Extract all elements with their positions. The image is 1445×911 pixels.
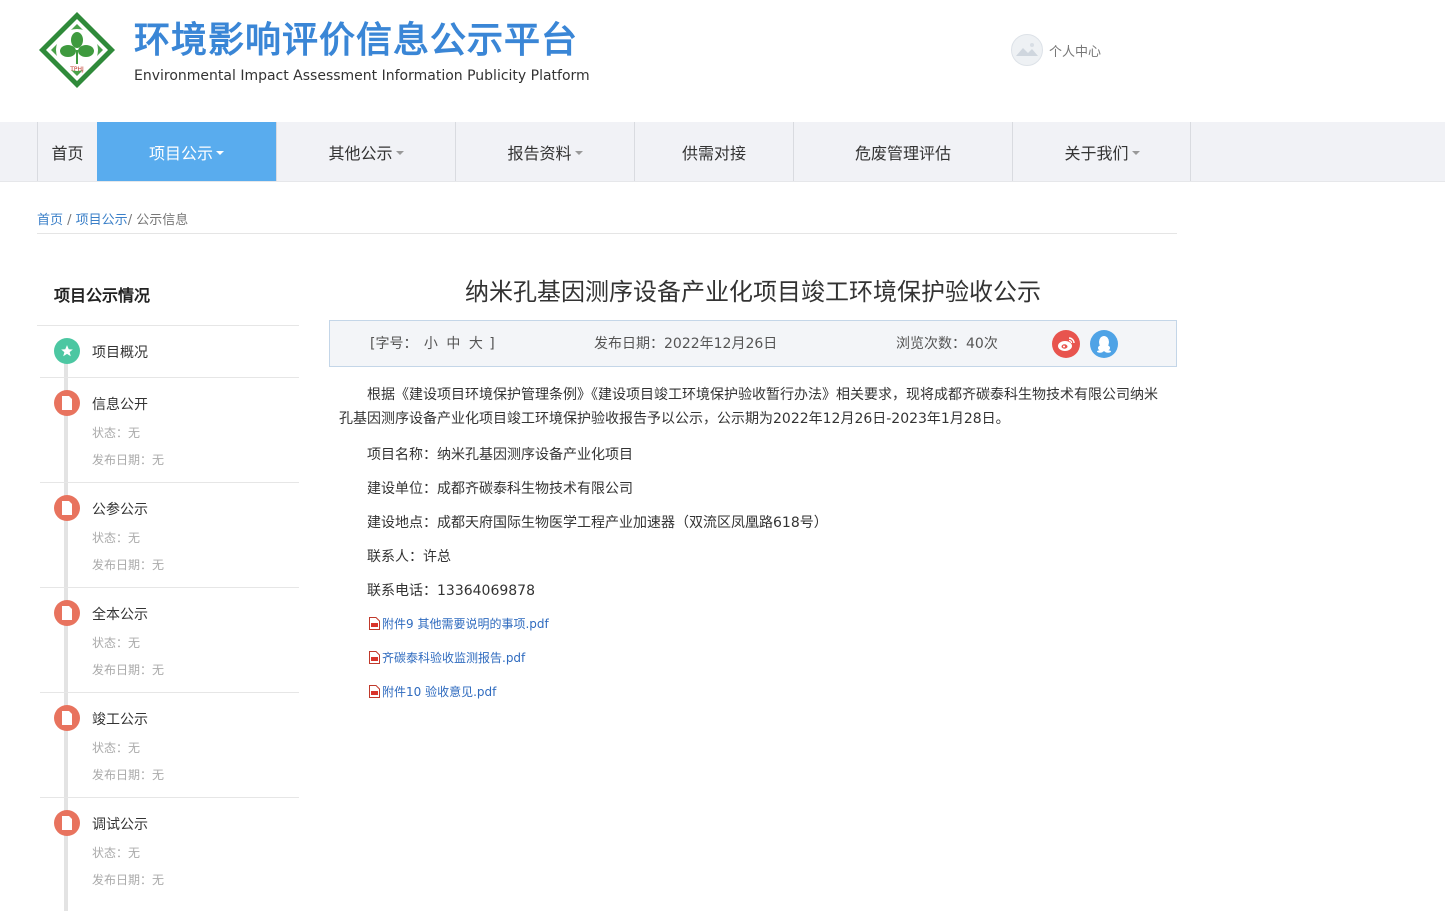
- sidebar-item-date: 发布日期：无: [92, 768, 165, 782]
- nav-item-label: 危废管理评估: [854, 143, 951, 163]
- sidebar-item-overview[interactable]: 项目概况: [40, 326, 299, 378]
- contact-phone-field: 联系电话：13364069878: [367, 583, 535, 599]
- font-size-small-button[interactable]: 小: [424, 336, 438, 352]
- pdf-icon: [369, 685, 380, 698]
- sidebar-item-label[interactable]: 全本公示: [92, 604, 148, 624]
- main-nav: 首页 项目公示 其他公示 报告资料 供需对接 危废管理评估 关于我们: [0, 122, 1445, 182]
- attachment-link[interactable]: 附件9 其他需要说明的事项.pdf: [369, 615, 549, 632]
- nav-item-home[interactable]: 首页: [37, 122, 97, 181]
- sidebar-item-label[interactable]: 信息公开: [92, 394, 148, 414]
- sidebar-item-date: 发布日期：无: [92, 558, 165, 572]
- nav-item-label: 首页: [51, 143, 84, 163]
- caret-down-icon: [1131, 150, 1140, 155]
- sidebar-item-label[interactable]: 项目概况: [92, 342, 148, 362]
- sidebar-title: 项目公示情况: [54, 286, 151, 305]
- nav-divider: [1190, 122, 1191, 181]
- breadcrumb-separator: /: [63, 213, 76, 228]
- publish-date: 发布日期：2022年12月26日: [594, 336, 778, 352]
- document-icon[interactable]: [54, 390, 80, 416]
- sidebar-item-status: 状态：无: [92, 636, 141, 650]
- breadcrumb-section[interactable]: 项目公示: [76, 213, 128, 228]
- avatar-placeholder-icon: [1016, 43, 1038, 56]
- sidebar-item-date: 发布日期：无: [92, 873, 165, 887]
- attachment-link[interactable]: 附件10 验收意见.pdf: [369, 683, 496, 700]
- intro-paragraph: 根据《建设项目环境保护管理条例》《建设项目竣工环境保护验收暂行办法》相关要求，现…: [339, 387, 1158, 427]
- sidebar-item-date: 发布日期：无: [92, 663, 165, 677]
- construction-unit-field: 建设单位：成都齐碳泰科生物技术有限公司: [367, 481, 633, 497]
- font-size-controls: [字号： 小 中 大 ]: [370, 333, 495, 353]
- caret-down-icon: [216, 150, 224, 155]
- sidebar-item-label[interactable]: 调试公示: [92, 814, 148, 834]
- sidebar-item-completion[interactable]: 竣工公示 状态：无 发布日期：无: [40, 693, 299, 798]
- site-title: 环境影响评价信息公示平台: [134, 20, 579, 61]
- nav-item-label: 其他公示: [328, 143, 393, 163]
- article-meta-bar: [字号： 小 中 大 ] 发布日期：2022年12月26日 浏览次数：40次: [329, 320, 1177, 367]
- user-center-label: 个人中心: [1049, 44, 1102, 60]
- qq-share-icon[interactable]: [1090, 330, 1118, 358]
- sidebar-item-info-disclosure[interactable]: 信息公开 状态：无 发布日期：无: [40, 378, 299, 483]
- sidebar-item-label[interactable]: 公参公示: [92, 499, 148, 519]
- contact-person-field: 联系人：许总: [367, 549, 451, 565]
- user-center-link[interactable]: 个人中心: [1011, 34, 1101, 66]
- sidebar-item-commissioning[interactable]: 调试公示 状态：无 发布日期：无: [40, 798, 299, 900]
- nav-item-label: 项目公示: [148, 143, 213, 163]
- attachment-label[interactable]: 附件9 其他需要说明的事项.pdf: [382, 615, 549, 632]
- font-size-large-button[interactable]: 大: [469, 336, 483, 352]
- pdf-icon: [369, 617, 380, 630]
- sidebar-item-full-text[interactable]: 全本公示 状态：无 发布日期：无: [40, 588, 299, 693]
- sidebar-item-label[interactable]: 竣工公示: [92, 709, 148, 729]
- attachment-label[interactable]: 齐碳泰科验收监测报告.pdf: [382, 649, 525, 666]
- document-icon[interactable]: [54, 810, 80, 836]
- font-size-prefix: [字号：: [370, 336, 418, 352]
- font-size-suffix: ]: [489, 336, 495, 352]
- nav-item-label: 供需对接: [681, 143, 746, 163]
- caret-down-icon: [395, 150, 404, 155]
- nav-item-project-publicity[interactable]: 项目公示: [97, 122, 276, 181]
- sidebar-item-status: 状态：无: [92, 426, 141, 440]
- nav-item-label: 报告资料: [507, 143, 572, 163]
- view-count: 浏览次数：40次: [896, 336, 998, 352]
- site-header: TPHJ 环境影响评价信息公示平台 Environmental Impact A…: [0, 0, 1445, 122]
- breadcrumb: 首页 / 项目公示/ 公示信息: [37, 209, 188, 228]
- article-title: 纳米孔基因测序设备产业化项目竣工环境保护验收公示: [465, 278, 1041, 306]
- site-subtitle: Environmental Impact Assessment Informat…: [134, 68, 590, 84]
- attachment-label[interactable]: 附件10 验收意见.pdf: [382, 683, 496, 700]
- article-intro: 根据《建设项目环境保护管理条例》《建设项目竣工环境保护验收暂行办法》相关要求，现…: [339, 383, 1169, 431]
- sidebar-item-status: 状态：无: [92, 846, 141, 860]
- document-icon[interactable]: [54, 600, 80, 626]
- document-icon[interactable]: [54, 705, 80, 731]
- sidebar-item-public-participation[interactable]: 公参公示 状态：无 发布日期：无: [40, 483, 299, 588]
- weibo-share-icon[interactable]: [1052, 330, 1080, 358]
- pdf-icon: [369, 651, 380, 664]
- breadcrumb-divider: [37, 233, 1177, 234]
- avatar: [1011, 34, 1043, 66]
- nav-item-about-us[interactable]: 关于我们: [1012, 122, 1191, 181]
- construction-site-field: 建设地点：成都天府国际生物医学工程产业加速器（双流区凤凰路618号）: [367, 515, 828, 531]
- sidebar-item-status: 状态：无: [92, 741, 141, 755]
- sidebar-item-status: 状态：无: [92, 531, 141, 545]
- logo-text: TPHJ: [69, 66, 84, 73]
- font-size-medium-button[interactable]: 中: [446, 336, 460, 352]
- star-icon[interactable]: [54, 338, 80, 364]
- caret-down-icon: [574, 150, 583, 155]
- nav-item-other-publicity[interactable]: 其他公示: [276, 122, 455, 181]
- breadcrumb-home[interactable]: 首页: [37, 213, 63, 228]
- nav-item-reports[interactable]: 报告资料: [455, 122, 634, 181]
- attachment-link[interactable]: 齐碳泰科验收监测报告.pdf: [369, 649, 525, 666]
- document-icon[interactable]: [54, 495, 80, 521]
- nav-item-label: 关于我们: [1064, 143, 1129, 163]
- breadcrumb-current: / 公示信息: [127, 213, 189, 228]
- nav-item-hazardous-waste[interactable]: 危废管理评估: [793, 122, 1012, 181]
- project-name-field: 项目名称：纳米孔基因测序设备产业化项目: [367, 447, 633, 463]
- nav-item-supply-demand[interactable]: 供需对接: [634, 122, 793, 181]
- site-logo[interactable]: TPHJ: [37, 10, 117, 90]
- sidebar-item-date: 发布日期：无: [92, 453, 165, 467]
